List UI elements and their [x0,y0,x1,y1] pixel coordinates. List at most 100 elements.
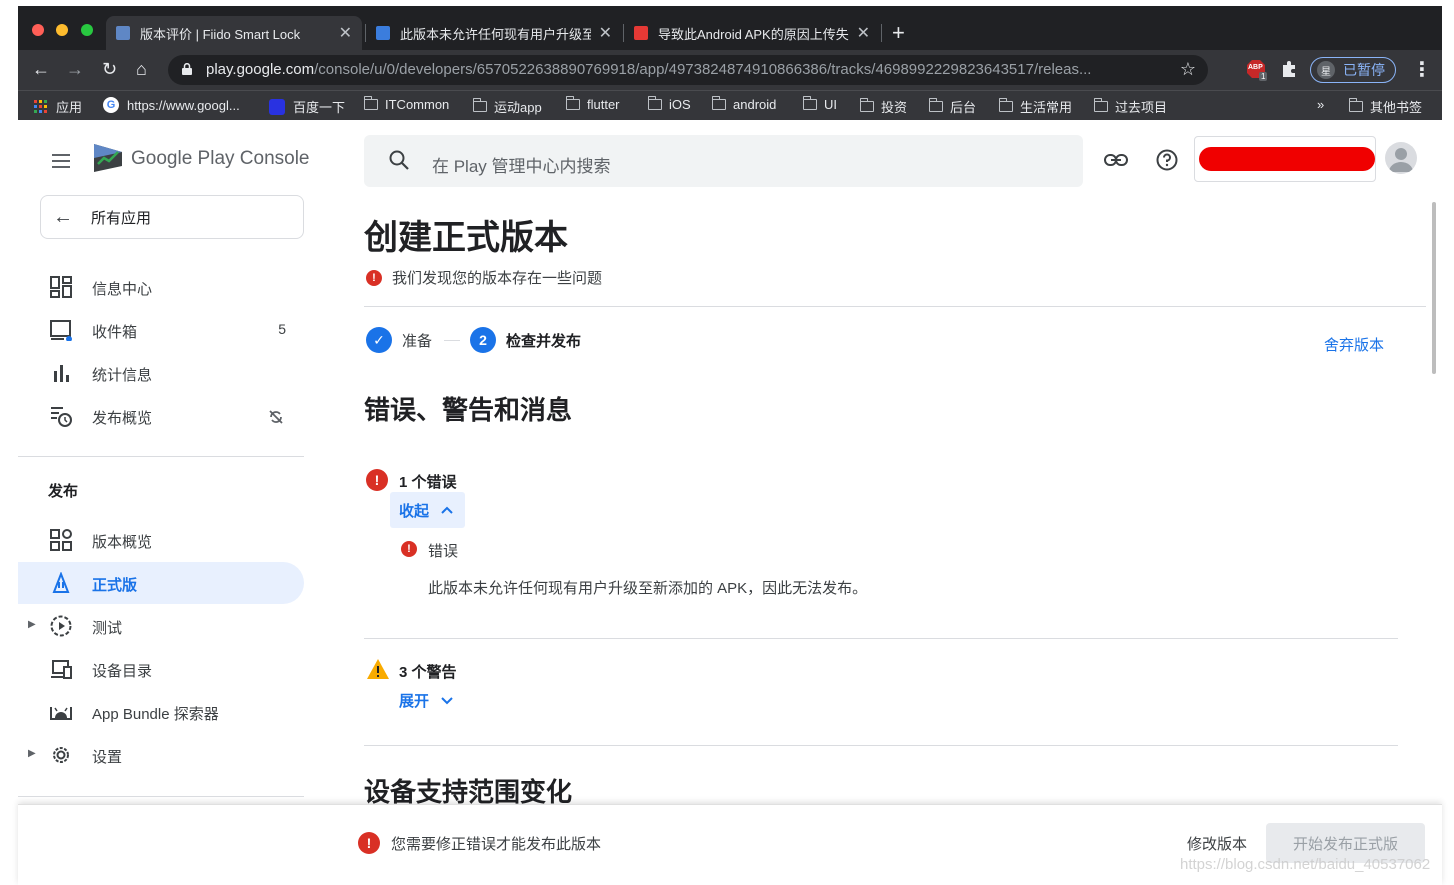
all-apps-button[interactable]: ← 所有应用 [40,195,304,239]
sidebar-divider [18,456,304,457]
bookmark-apps[interactable]: 应用 [34,97,82,116]
tab-close-icon[interactable]: ✕ [857,23,870,43]
folder-icon [803,96,817,110]
sidebar-item-statistics[interactable]: 统计信息 [18,352,304,394]
tab-close-icon[interactable]: ✕ [339,23,352,43]
browser-tab[interactable]: 此版本未允许任何现有用户升级至新添加的APK ✕ [366,16,622,50]
other-bookmarks-folder[interactable]: 其他书签 [1349,97,1422,116]
browser-tab-active[interactable]: 版本评价 | Fiido Smart Lock ✕ [106,16,362,50]
step-label: 准备 [402,332,433,350]
new-tab-button[interactable]: + [892,20,905,46]
sidebar-item-device-catalog[interactable]: 设备目录 [18,648,304,690]
bookmark-folder[interactable]: 生活常用 [999,97,1072,116]
sidebar-item-release-overview[interactable]: 版本概览 [18,519,304,561]
extensions-puzzle-icon[interactable] [1280,60,1298,78]
bookmark-google[interactable]: G https://www.googl... [103,97,240,113]
close-window-button[interactable] [32,24,44,36]
menu-icon[interactable] [52,154,70,172]
help-icon[interactable] [1156,149,1178,171]
bookmark-folder[interactable]: android [712,96,776,112]
minimize-window-button[interactable] [56,24,69,36]
discard-release-button[interactable]: 舍弃版本 [1324,334,1384,355]
bookmark-folder[interactable]: iOS [648,96,691,112]
home-icon[interactable]: ⌂ [136,57,147,81]
error-message: 此版本未允许任何现有用户升级至新添加的 APK，因此无法发布。 [428,580,868,597]
browser-tab[interactable]: 导致此Android APK的原因上传失败 ✕ [624,16,880,50]
tab-title: 版本评价 | Fiido Smart Lock [140,26,301,42]
back-icon[interactable]: ← [32,57,50,81]
csdn-favicon-icon [634,26,648,40]
section-title: 错误、警告和消息 [364,395,573,425]
more-bookmarks-button[interactable]: » [1317,97,1324,112]
inbox-count-badge: 5 [278,321,286,337]
bookmark-folder[interactable]: 投资 [860,97,907,116]
bookmark-folder[interactable]: UI [803,96,837,112]
tab-close-icon[interactable]: ✕ [599,23,612,43]
divider [364,745,1398,746]
sidebar-item-publishing-overview[interactable]: 发布概览 [18,395,304,437]
developer-account-switcher[interactable] [1194,136,1376,182]
step-review-release[interactable]: 2 检查并发布 [470,327,581,353]
sidebar-item-dashboard[interactable]: 信息中心 [18,266,304,308]
search-input[interactable]: 在 Play 管理中心内搜索 [432,152,611,177]
sidebar-item-inbox[interactable]: 收件箱 5 [18,309,304,351]
folder-icon [648,96,662,110]
profile-paused-label: 已暂停 [1343,62,1385,78]
folder-icon [929,98,943,112]
user-avatar[interactable] [1385,142,1417,174]
testing-icon [50,615,72,637]
sidebar-item-testing[interactable]: ▶ 测试 [18,605,304,647]
bookmark-folder[interactable]: 运动app [473,97,542,116]
chevron-down-icon [441,696,453,704]
bookmark-folder[interactable]: 过去项目 [1094,97,1167,116]
bookmark-star-icon[interactable]: ☆ [1180,59,1196,80]
search-icon [389,150,409,170]
zoom-window-button[interactable] [80,24,93,36]
sidebar-item-label: App Bundle 探索器 [92,706,219,723]
collapse-errors-button[interactable]: 收起 [390,492,465,528]
expand-caret-icon[interactable]: ▶ [28,748,36,759]
browser-menu-icon[interactable]: ⋮ [1412,57,1432,82]
chevron-up-icon [441,506,453,514]
gear-icon [53,747,69,763]
expand-warnings-button[interactable]: 展开 [399,690,453,711]
warning-icon [367,659,389,679]
step-connector [444,340,460,341]
forward-icon[interactable]: → [66,57,84,81]
check-icon: ✓ [366,327,392,353]
step-number: 2 [470,327,496,353]
bookmark-folder[interactable]: ITCommon [364,96,449,112]
bookmark-baidu[interactable]: 百度一下 [269,97,345,116]
folder-icon [364,96,378,110]
error-icon: ! [358,832,380,854]
sidebar-section-release: 发布 [48,483,79,500]
sidebar-item-label: 版本概览 [92,534,153,551]
link-icon[interactable] [1104,150,1128,170]
expand-caret-icon[interactable]: ▶ [28,619,36,630]
bookmark-folder[interactable]: 后台 [929,97,976,116]
step-prepare[interactable]: ✓ 准备 [366,327,432,353]
edit-release-button[interactable]: 修改版本 [1187,833,1247,854]
adblock-extension-icon[interactable]: ABP 1 [1246,59,1268,81]
reload-icon[interactable]: ↻ [102,57,117,81]
scrollbar[interactable] [1432,202,1436,374]
baidu-favicon-icon [269,98,285,115]
address-bar[interactable]: play.google.com/console/u/0/developers/6… [168,55,1208,85]
tab-title: 导致此Android APK的原因上传失败 [658,26,849,42]
product-name: Google Play Console [131,148,310,169]
sidebar-item-app-bundle-explorer[interactable]: App Bundle 探索器 [18,691,304,733]
folder-icon [999,98,1013,112]
baidu-favicon-icon [376,26,390,40]
url-text: play.google.com/console/u/0/developers/6… [206,61,1092,78]
sidebar-item-label: 信息中心 [92,281,153,298]
error-label: 错误 [428,543,459,560]
bookmark-folder[interactable]: flutter [566,96,620,112]
console-search[interactable]: 在 Play 管理中心内搜索 [364,135,1083,187]
folder-icon [473,98,487,112]
arrow-back-icon: ← [53,205,73,228]
divider [364,638,1398,639]
sidebar-item-production[interactable]: 正式版 [18,562,304,604]
profile-paused-button[interactable]: 星 已暂停 [1310,57,1396,83]
sidebar-item-settings[interactable]: ▶ 设置 [18,734,304,776]
dashboard-icon [50,276,72,298]
